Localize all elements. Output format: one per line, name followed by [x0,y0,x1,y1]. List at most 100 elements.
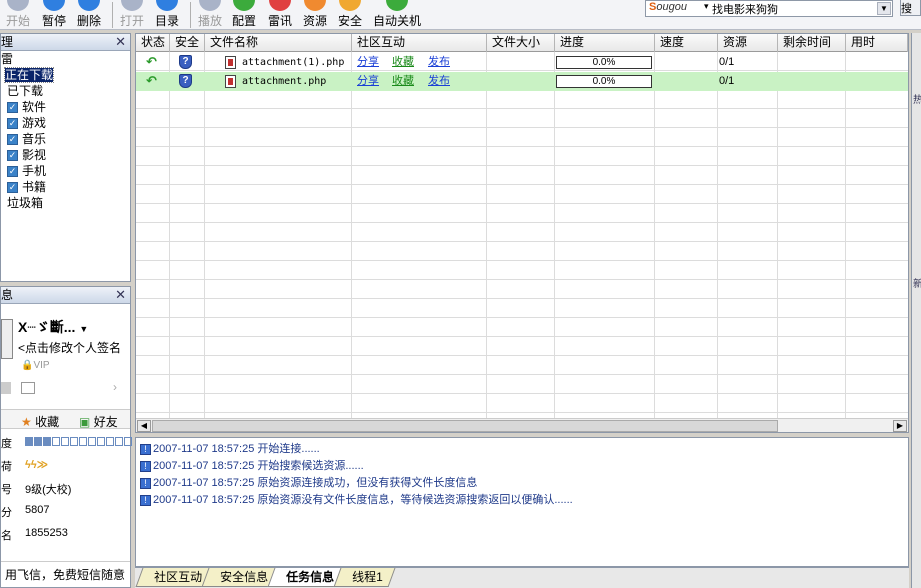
pause-button[interactable]: 暂停 [38,0,70,30]
info-load: 荷 ϟϟ≫ [1,459,49,473]
scroll-thumb[interactable] [152,420,778,432]
table-row[interactable]: ↶ ? attachment(1).php 分享 收藏 发布 0.0% 0/1 [136,53,908,72]
progress-bar: 0.0% [556,75,652,88]
tree-item-downloaded[interactable]: 已下载 [7,83,43,99]
col-resource[interactable]: 资源 [718,34,778,52]
info-icon: ! [140,477,151,489]
delete-button[interactable]: 删除 [73,0,105,30]
search-input[interactable]: 找电影来狗狗 [712,1,778,17]
file-icon [225,75,236,88]
friend-icon: ▣ [79,415,91,429]
table-row[interactable]: ↶ ? attachment.php 分享 收藏 发布 0.0% 0/1 [136,72,908,91]
tree-item-software[interactable]: ✓ 软件 [7,99,46,115]
search-button[interactable]: 搜 [900,0,921,16]
shield-icon[interactable]: ? [179,74,192,88]
check-icon[interactable]: ✓ [7,118,18,130]
tree-item-books[interactable]: ✓ 书籍 [7,179,46,195]
toolbar-separator [112,2,113,28]
tab-thread-1[interactable]: 线程1 [333,568,396,587]
play-button[interactable]: 播放 [194,0,226,30]
user-tabs: ★ 收藏 ▣ 好友 [1,409,130,429]
level-cell [43,437,51,446]
check-icon[interactable]: ✓ [7,166,18,178]
chevron-right-icon[interactable]: › [113,380,117,394]
col-status[interactable]: 状态 [136,34,170,52]
shutdown-icon [386,0,408,11]
col-remaining[interactable]: 剩余时间 [778,34,846,52]
user-info-panel: 息 ✕ X┈ゞ斷... ▼ <点击修改个人签名 🔒VIP › ★ 收藏 ▣ 好友 … [0,286,132,588]
publish-link[interactable]: 发布 [428,72,450,91]
col-filesize[interactable]: 文件大小 [487,34,555,52]
lightning-icon: ϟϟ≫ [25,459,49,471]
level-cell [52,437,60,446]
level-cell [34,437,42,446]
tree-item-video[interactable]: ✓ 影视 [7,147,46,163]
check-icon[interactable]: ✓ [7,150,18,162]
search-box[interactable]: Sougou ▾ 找电影来狗狗 ▼ [645,0,893,17]
log-line: ! 2007-11-07 18:57:25 开始连接...... [140,441,320,458]
check-icon[interactable]: ✓ [7,102,18,114]
favorite-link[interactable]: 收藏 [392,72,414,91]
scroll-right-icon[interactable]: ▶ [893,420,907,432]
chevron-down-icon[interactable]: ▼ [79,324,88,334]
auto-shutdown-button[interactable]: 自动关机 [371,0,423,30]
table-header: 状态 安全 文件名称 社区互动 文件大小 进度 速度 资源 剩余时间 用时 [136,34,908,52]
close-icon[interactable]: ✕ [115,287,126,303]
engine-chevron-down-icon[interactable]: ▾ [704,1,709,12]
folder-button[interactable]: 目录 [151,0,183,30]
avatar[interactable] [1,319,13,359]
col-community[interactable]: 社区互动 [352,34,487,52]
user-panel-header: 息 ✕ [1,287,130,304]
level-cell [61,437,69,446]
search-dropdown-icon[interactable]: ▼ [877,2,891,15]
tree-item-music[interactable]: ✓ 音乐 [7,131,46,147]
col-security[interactable]: 安全 [170,34,205,52]
check-icon[interactable]: ✓ [7,182,18,194]
tree-item-downloading[interactable]: 正在下载 [3,67,55,83]
security-button[interactable]: 安全 [334,0,366,30]
calendar-icon[interactable] [21,382,35,394]
username[interactable]: X┈ゞ斷... ▼ [18,317,88,337]
signature[interactable]: <点击修改个人签名 [18,339,121,356]
tab-friends[interactable]: ▣ 好友 [79,413,118,430]
level-cell [115,437,123,446]
tree-item-games[interactable]: ✓ 游戏 [7,115,46,131]
info-rank: 号 9级(大校) [1,484,72,496]
tab-favorites[interactable]: ★ 收藏 [21,413,59,430]
shield-icon[interactable]: ? [179,55,192,69]
scroll-left-icon[interactable]: ◀ [137,420,151,432]
tree-item-mobile[interactable]: ✓ 手机 [7,163,46,179]
start-icon [7,0,29,11]
col-progress[interactable]: 进度 [555,34,655,52]
level-cell [25,437,33,446]
resource-button[interactable]: 资源 [299,0,331,30]
right-side-strip[interactable]: 热 新 [911,33,921,588]
fetion-ad[interactable]: 用飞信，免费短信随意 [1,561,130,587]
profile-icon[interactable] [1,382,11,394]
share-link[interactable]: 分享 [357,53,379,72]
log-line: ! 2007-11-07 18:57:25 开始搜索候选资源...... [140,458,364,475]
tree-root: 雷 [1,52,14,66]
security-icon [339,0,361,11]
col-speed[interactable]: 速度 [655,34,718,52]
start-button[interactable]: 开始 [2,0,34,30]
close-icon[interactable]: ✕ [115,34,126,50]
chat-button[interactable]: 雷讯 [264,0,296,30]
publish-link[interactable]: 发布 [428,53,450,72]
horizontal-scrollbar[interactable]: ◀ ▶ [136,418,908,432]
level-cell [88,437,96,446]
col-elapsed[interactable]: 用时 [846,34,908,52]
check-icon[interactable]: ✓ [7,134,18,146]
favorite-link[interactable]: 收藏 [392,53,414,72]
share-link[interactable]: 分享 [357,72,379,91]
col-filename[interactable]: 文件名称 [205,34,352,52]
tree-item-trash[interactable]: 垃圾箱 [7,195,43,211]
info-level: 度 [1,435,132,451]
open-button[interactable]: 打开 [116,0,148,30]
open-icon [121,0,143,11]
connecting-arrow-icon: ↶ [146,73,157,88]
level-bar [25,437,133,449]
config-icon [233,0,255,11]
config-button[interactable]: 配置 [228,0,260,30]
level-cell [79,437,87,446]
